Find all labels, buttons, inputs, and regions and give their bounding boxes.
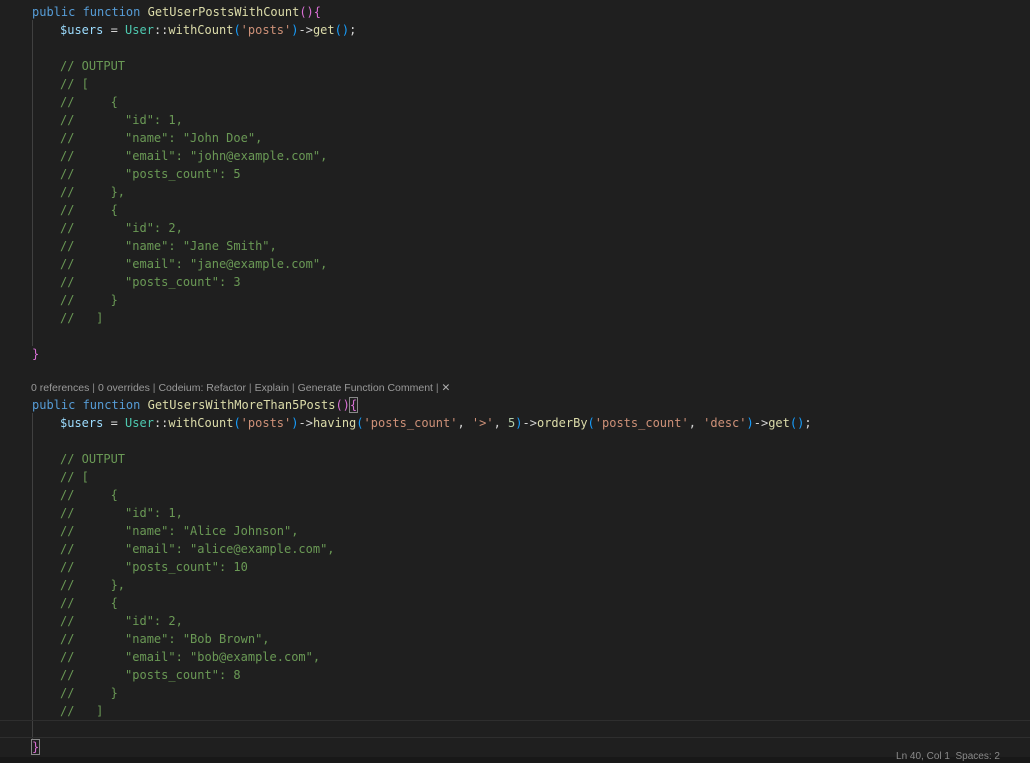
code-editor[interactable]: public function GetUserPostsWithCount(){… bbox=[0, 0, 1030, 763]
indent-guide bbox=[32, 413, 33, 739]
current-line-highlight bbox=[0, 720, 1030, 738]
matched-brace: { bbox=[348, 397, 359, 413]
close-icon[interactable]: ✕ bbox=[442, 382, 451, 394]
comment-line[interactable]: // "email": "jane@example.com", bbox=[60, 255, 327, 273]
code-line[interactable]: public function GetUsersWithMoreThan5Pos… bbox=[32, 396, 359, 414]
keyword: public function bbox=[32, 5, 141, 19]
comment-line[interactable]: // ] bbox=[60, 702, 103, 720]
comment-line[interactable]: // } bbox=[60, 684, 118, 702]
comment-line[interactable]: // "name": "Alice Johnson", bbox=[60, 522, 298, 540]
code-lens: 0 references | 0 overrides | Codeium: Re… bbox=[31, 382, 451, 394]
indent-guide bbox=[32, 20, 33, 346]
codeium-refactor-link[interactable]: Codeium: Refactor bbox=[158, 382, 246, 394]
comment-line[interactable]: // { bbox=[60, 93, 118, 111]
comment-line[interactable]: // { bbox=[60, 594, 118, 612]
status-bar: Ln 40, Col 1 Spaces: 2 bbox=[0, 751, 1030, 763]
comment-line[interactable]: // "posts_count": 8 bbox=[60, 666, 241, 684]
comment-line[interactable]: // } bbox=[60, 291, 118, 309]
function-name: GetUsersWithMoreThan5Posts bbox=[147, 398, 336, 412]
class-name: User bbox=[125, 416, 154, 430]
code-line[interactable]: public function GetUserPostsWithCount(){ bbox=[32, 3, 321, 21]
comment-line[interactable]: // "name": "Bob Brown", bbox=[60, 630, 270, 648]
comment-line[interactable]: // [ bbox=[60, 468, 89, 486]
closing-brace-line[interactable]: } bbox=[30, 738, 41, 756]
closing-brace[interactable]: } bbox=[32, 345, 39, 363]
comment-line[interactable]: // }, bbox=[60, 183, 125, 201]
codeium-generate-comment-link[interactable]: Generate Function Comment bbox=[298, 382, 433, 394]
comment-line[interactable]: // "email": "alice@example.com", bbox=[60, 540, 335, 558]
matched-brace: } bbox=[30, 739, 41, 755]
status-text[interactable]: Ln 40, Col 1 Spaces: 2 bbox=[896, 751, 1000, 762]
comment-line[interactable]: // "name": "John Doe", bbox=[60, 129, 262, 147]
comment-line[interactable]: // { bbox=[60, 201, 118, 219]
comment-line[interactable]: // }, bbox=[60, 576, 125, 594]
comment-line[interactable]: // "id": 2, bbox=[60, 219, 183, 237]
comment-line[interactable]: // "posts_count": 5 bbox=[60, 165, 241, 183]
comment-line[interactable]: // "id": 1, bbox=[60, 111, 183, 129]
comment-line[interactable]: // "id": 2, bbox=[60, 612, 183, 630]
comment-line[interactable]: // OUTPUT bbox=[60, 450, 125, 468]
comment-line[interactable]: // "name": "Jane Smith", bbox=[60, 237, 277, 255]
variable: $users bbox=[60, 23, 104, 37]
code-line[interactable]: $users = User::withCount('posts')->havin… bbox=[60, 414, 812, 432]
comment-line[interactable]: // ] bbox=[60, 309, 103, 327]
comment-line[interactable]: // "email": "john@example.com", bbox=[60, 147, 327, 165]
comment-line[interactable]: // { bbox=[60, 486, 118, 504]
comment-line[interactable]: // "posts_count": 10 bbox=[60, 558, 248, 576]
variable: $users bbox=[60, 416, 104, 430]
comment-line[interactable]: // "email": "bob@example.com", bbox=[60, 648, 320, 666]
class-name: User bbox=[125, 23, 154, 37]
function-name: GetUserPostsWithCount bbox=[147, 5, 300, 19]
comment-line[interactable]: // OUTPUT bbox=[60, 57, 125, 75]
code-lens-references[interactable]: 0 references bbox=[31, 382, 89, 394]
comment-line[interactable]: // "id": 1, bbox=[60, 504, 183, 522]
code-line[interactable]: $users = User::withCount('posts')->get()… bbox=[60, 21, 356, 39]
comment-line[interactable]: // [ bbox=[60, 75, 89, 93]
comment-line[interactable]: // "posts_count": 3 bbox=[60, 273, 241, 291]
code-lens-overrides[interactable]: 0 overrides bbox=[98, 382, 150, 394]
keyword: public function bbox=[32, 398, 141, 412]
codeium-explain-link[interactable]: Explain bbox=[255, 382, 289, 394]
